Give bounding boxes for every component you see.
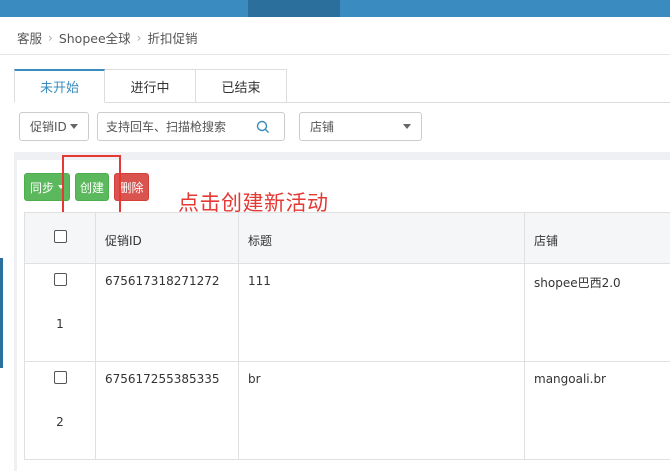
row-select-cell: 1 bbox=[24, 263, 96, 362]
breadcrumb-item-shopee[interactable]: Shopee全球 bbox=[59, 28, 131, 47]
status-tabs: 未开始 进行中 已结束 bbox=[14, 69, 287, 103]
title-cell: br bbox=[238, 361, 525, 460]
row-number: 1 bbox=[56, 317, 64, 331]
table-row[interactable]: 1 675617318271272 111 shopee巴西2.0 bbox=[24, 263, 670, 362]
chevron-right-icon: › bbox=[136, 30, 142, 45]
top-nav-active-item[interactable] bbox=[248, 0, 340, 17]
store-select-value: 店铺 bbox=[310, 120, 335, 134]
sync-button-label: 同步 bbox=[29, 180, 54, 195]
table-header-row: 促销ID 标题 店铺 bbox=[24, 212, 670, 264]
column-header-store[interactable]: 店铺 bbox=[524, 212, 670, 264]
store-cell: shopee巴西2.0 bbox=[524, 263, 670, 362]
row-checkbox[interactable] bbox=[53, 371, 67, 384]
store-select[interactable]: 店铺 bbox=[299, 112, 422, 141]
promotions-table: 促销ID 标题 店铺 1 675617318271272 111 shopee巴… bbox=[24, 212, 670, 460]
left-sidebar-edge bbox=[0, 258, 3, 368]
column-header-title[interactable]: 标题 bbox=[238, 212, 525, 264]
top-nav-bar bbox=[0, 0, 670, 17]
field-select[interactable]: 促销ID bbox=[19, 112, 89, 141]
search-icon[interactable] bbox=[256, 120, 270, 134]
row-checkbox[interactable] bbox=[53, 273, 67, 286]
field-select-value: 促销ID bbox=[30, 120, 67, 134]
chevron-down-icon bbox=[403, 124, 411, 129]
filter-bar: 促销ID 店铺 bbox=[19, 112, 422, 141]
tab-ended[interactable]: 已结束 bbox=[196, 69, 287, 103]
chevron-right-icon: › bbox=[48, 30, 53, 45]
select-all-checkbox[interactable] bbox=[53, 230, 67, 243]
title-cell: 111 bbox=[238, 263, 525, 362]
chevron-down-icon bbox=[70, 124, 78, 129]
breadcrumb: 客服 › Shopee全球 › 折扣促销 bbox=[17, 28, 197, 47]
promo-id-cell: 675617255385335 bbox=[95, 361, 239, 460]
row-select-cell: 2 bbox=[24, 361, 96, 460]
store-cell: mangoali.br bbox=[524, 361, 670, 460]
breadcrumb-item-discount: 折扣促销 bbox=[147, 31, 198, 46]
row-number: 2 bbox=[56, 415, 64, 429]
promo-id-cell: 675617318271272 bbox=[95, 263, 239, 362]
column-header-promo-id[interactable]: 促销ID bbox=[95, 212, 239, 264]
tab-in-progress[interactable]: 进行中 bbox=[105, 69, 196, 103]
table-row[interactable]: 2 675617255385335 br mangoali.br bbox=[24, 361, 670, 460]
tab-not-started[interactable]: 未开始 bbox=[14, 69, 105, 103]
divider bbox=[0, 54, 670, 55]
search-input[interactable] bbox=[106, 119, 256, 134]
header-select-cell bbox=[24, 212, 96, 264]
search-box bbox=[97, 112, 285, 141]
divider bbox=[287, 102, 670, 103]
breadcrumb-item-service[interactable]: 客服 bbox=[17, 28, 42, 47]
